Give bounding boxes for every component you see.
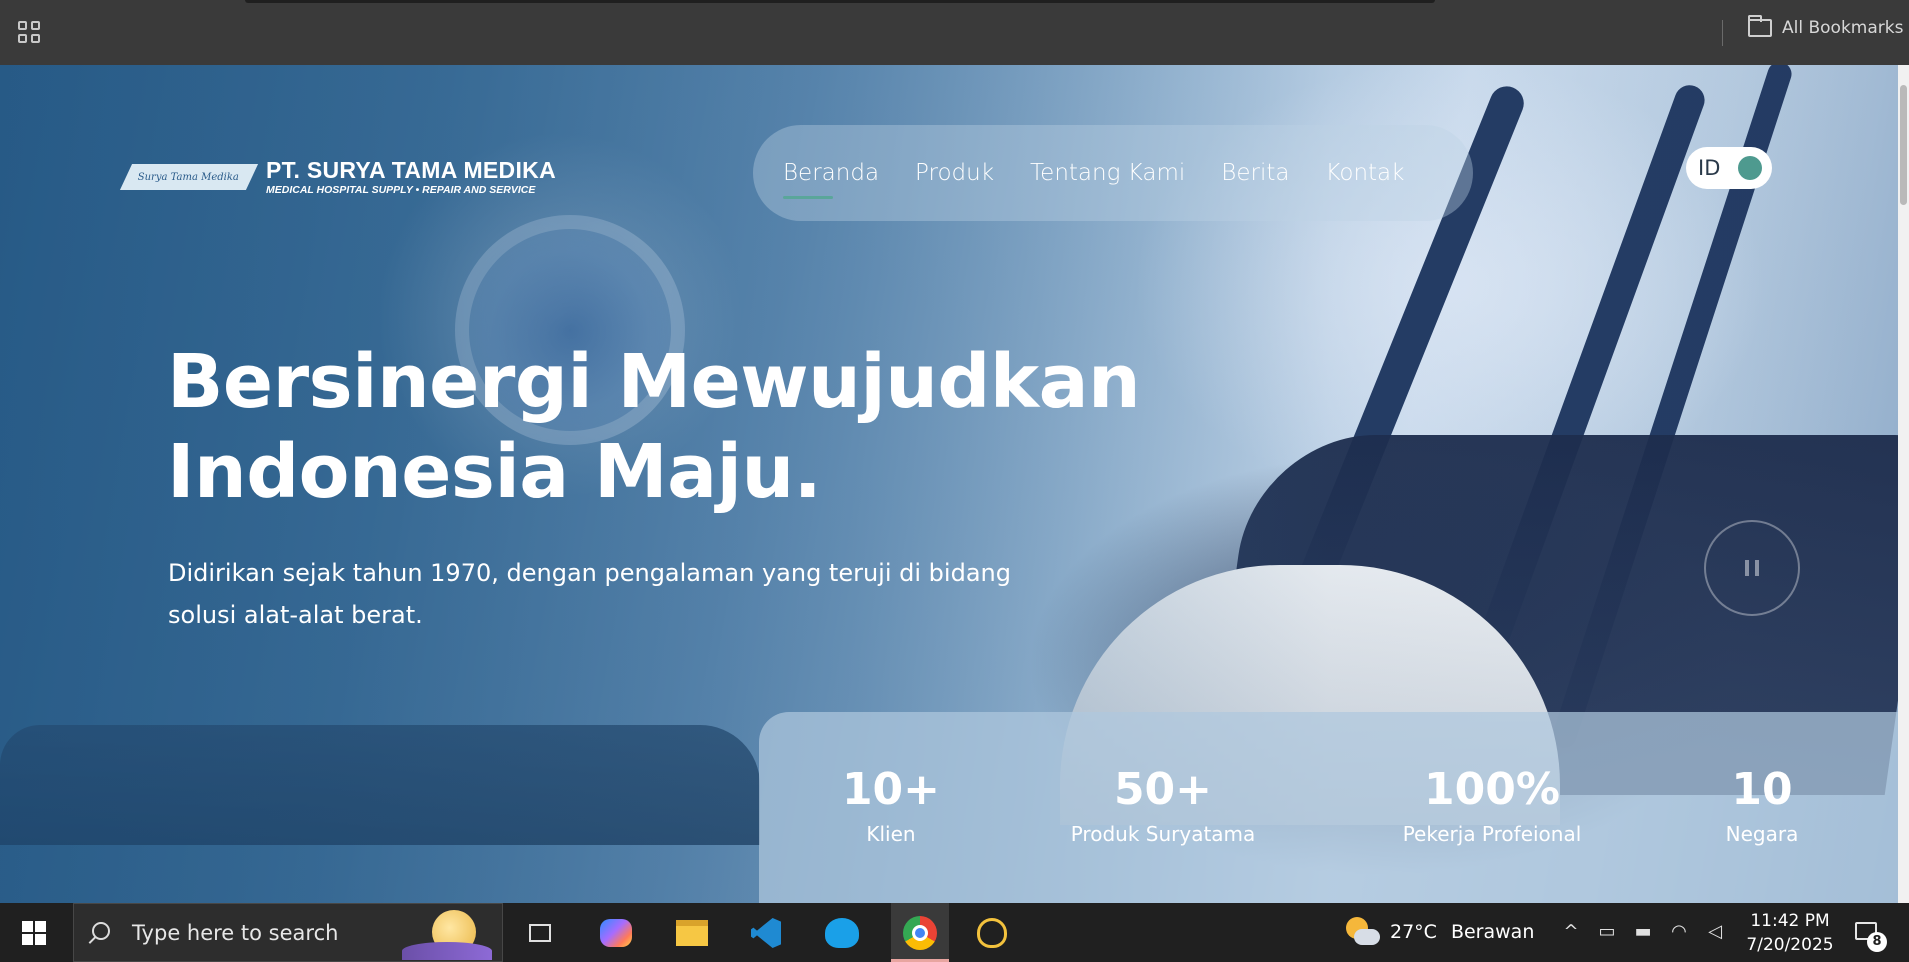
vscode-icon[interactable]: [746, 913, 786, 953]
hero-subheadline: Didirikan sejak tahun 1970, dengan penga…: [168, 559, 1011, 629]
language-toggle[interactable]: ID: [1686, 147, 1772, 189]
paw-app-icon[interactable]: [972, 913, 1012, 953]
stat-value: 50+: [1113, 764, 1213, 815]
stat-item: 10+ Klien: [842, 764, 940, 846]
bookmarks-separator: [1722, 20, 1723, 46]
stat-item: 100% Pekerja Profeional: [1403, 764, 1582, 846]
file-explorer-icon[interactable]: [672, 913, 712, 953]
taskbar-clock[interactable]: 11:42 PM 7/20/2025: [1740, 909, 1840, 957]
stat-label: Pekerja Profeional: [1402, 822, 1582, 846]
wifi-icon[interactable]: ◠: [1668, 921, 1690, 943]
hero-headline: Bersinergi Mewujudkan Indonesia Maju.: [167, 337, 1167, 517]
copilot-icon[interactable]: [596, 913, 636, 953]
clock-date: 7/20/2025: [1746, 935, 1834, 955]
meet-now-icon[interactable]: ▭: [1596, 921, 1618, 943]
nav-item-produk[interactable]: Produk: [915, 160, 994, 186]
page-scrollbar[interactable]: [1898, 65, 1909, 903]
folder-icon: [1748, 15, 1772, 37]
weather-widget[interactable]: 27°C Berawan: [1344, 917, 1534, 947]
stat-value: 10: [1731, 764, 1793, 815]
windows-start-icon[interactable]: [22, 921, 46, 945]
task-view-icon[interactable]: [520, 913, 560, 953]
weather-condition: Berawan: [1450, 921, 1535, 943]
partly-cloudy-icon: [1344, 917, 1380, 947]
hero-headline-line1: Bersinergi Mewujudkan: [167, 339, 1141, 425]
system-tray: ^ ▭ ▬ ◠ ◁: [1560, 921, 1726, 943]
logo-mark-text: Surya Tama Medika: [138, 171, 240, 182]
apps-grid-icon[interactable]: [18, 21, 42, 45]
stat-label: Klien: [866, 822, 916, 846]
battery-icon[interactable]: ▬: [1632, 921, 1654, 943]
scrollbar-thumb[interactable]: [1900, 85, 1907, 205]
search-highlight-image: [402, 908, 492, 960]
tab-strip-shadow: [245, 0, 1435, 3]
toggle-knob: [1738, 156, 1762, 180]
nav-item-beranda[interactable]: Beranda: [783, 160, 879, 199]
elephant-app-icon[interactable]: [822, 913, 862, 953]
logo-mark: Surya Tama Medika: [119, 163, 259, 190]
stat-item: 50+ Produk Suryatama: [1071, 764, 1256, 846]
all-bookmarks-label: All Bookmarks: [1782, 18, 1904, 38]
hero-headline-line2: Indonesia Maju.: [167, 429, 822, 515]
clock-time: 11:42 PM: [1750, 911, 1830, 931]
stat-label: Produk Suryatama: [1070, 822, 1256, 846]
taskbar-search-input[interactable]: Type here to search: [73, 903, 503, 962]
chrome-icon[interactable]: [891, 903, 949, 962]
nav-item-kontak[interactable]: Kontak: [1325, 160, 1404, 186]
language-label: ID: [1698, 156, 1721, 180]
notification-badge: 8: [1867, 932, 1887, 952]
search-icon: [92, 922, 110, 940]
stat-label: Negara: [1725, 822, 1799, 846]
search-placeholder: Type here to search: [132, 920, 339, 945]
pause-icon[interactable]: [1704, 520, 1800, 616]
company-tagline: MEDICAL HOSPITAL SUPPLY • REPAIR AND SER…: [266, 184, 536, 196]
stats-panel: 10+ Klien 50+ Produk Suryatama 100% Peke…: [759, 712, 1898, 903]
all-bookmarks-button[interactable]: All Bookmarks: [1748, 15, 1904, 38]
volume-icon[interactable]: ◁: [1704, 921, 1726, 943]
main-nav: Beranda Produk Tentang Kami Berita Konta…: [753, 125, 1473, 221]
stat-value: 10+: [841, 764, 941, 815]
taskbar: Type here to search 27°C Berawan ^ ▭ ▬ ◠…: [0, 903, 1909, 962]
notification-center-icon[interactable]: 8: [1853, 918, 1887, 952]
nav-item-berita[interactable]: Berita: [1221, 160, 1289, 186]
site-logo[interactable]: Surya Tama Medika PT. SURYA TAMA MEDIKA …: [119, 157, 556, 196]
stat-item: 10 Negara: [1726, 764, 1799, 846]
chevron-up-icon[interactable]: ^: [1560, 921, 1582, 943]
logo-text: PT. SURYA TAMA MEDIKA MEDICAL HOSPITAL S…: [266, 157, 556, 196]
company-name: PT. SURYA TAMA MEDIKA: [266, 157, 556, 183]
weather-temp: 27°C: [1390, 921, 1437, 943]
nav-item-tentang-kami[interactable]: Tentang Kami: [1030, 160, 1185, 186]
hero-section: Surya Tama Medika PT. SURYA TAMA MEDIKA …: [0, 65, 1898, 903]
stat-value: 100%: [1424, 764, 1560, 815]
bookmarks-bar: All Bookmarks: [0, 0, 1909, 65]
